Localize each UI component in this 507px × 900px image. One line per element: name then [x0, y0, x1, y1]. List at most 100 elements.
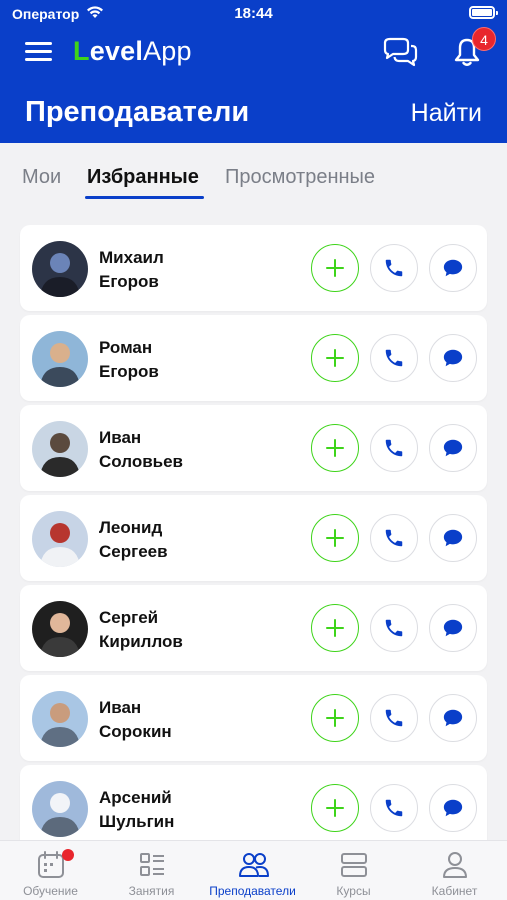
message-icon	[443, 529, 463, 547]
message-button[interactable]	[429, 424, 477, 472]
nav-courses[interactable]: Курсы	[303, 841, 404, 900]
phone-icon	[385, 619, 403, 637]
nav-lessons[interactable]: Занятия	[101, 841, 202, 900]
phone-icon	[385, 529, 403, 547]
nav-learning-dot	[62, 849, 74, 861]
phone-icon	[385, 709, 403, 727]
message-icon	[443, 799, 463, 817]
nav-label: Занятия	[128, 884, 175, 898]
active-tab-indicator	[85, 196, 204, 199]
teacher-first-name: Леонид	[99, 518, 163, 537]
status-bar: Оператор 18:44	[0, 0, 507, 28]
teacher-last-name: Егоров	[99, 272, 159, 291]
add-favorite-button[interactable]	[311, 514, 359, 562]
teacher-last-name: Сергеев	[99, 542, 168, 561]
teacher-card[interactable]: Иван Соловьев	[20, 405, 487, 491]
tab-viewed[interactable]: Просмотренные	[225, 166, 375, 189]
call-button[interactable]	[370, 784, 418, 832]
add-favorite-button[interactable]	[311, 244, 359, 292]
nav-label: Кабинет	[431, 884, 478, 898]
avatar	[32, 601, 88, 657]
message-button[interactable]	[429, 244, 477, 292]
avatar	[32, 331, 88, 387]
teacher-card[interactable]: Леонид Сергеев	[20, 495, 487, 581]
call-button[interactable]	[370, 334, 418, 382]
teacher-card[interactable]: Роман Егоров	[20, 315, 487, 401]
menu-icon[interactable]	[25, 42, 52, 62]
teacher-name: Сергей Кириллов	[99, 606, 183, 654]
status-time: 18:44	[234, 5, 273, 22]
nav-teachers[interactable]: Преподаватели	[202, 841, 303, 900]
teacher-name: Роман Егоров	[99, 336, 159, 384]
nav-label: Обучение	[23, 884, 78, 898]
bottom-nav: Обучение Занятия Преподаватели Курсы Каб…	[0, 840, 507, 900]
teacher-last-name: Кириллов	[99, 632, 183, 651]
message-button[interactable]	[429, 514, 477, 562]
teacher-last-name: Сорокин	[99, 722, 172, 741]
people-icon	[239, 853, 269, 877]
avatar	[32, 421, 88, 477]
add-favorite-button[interactable]	[311, 604, 359, 652]
call-button[interactable]	[370, 604, 418, 652]
message-icon	[443, 349, 463, 367]
message-button[interactable]	[429, 334, 477, 382]
teacher-first-name: Иван	[99, 698, 142, 717]
plus-icon	[326, 439, 344, 457]
message-button[interactable]	[429, 604, 477, 652]
tab-mine[interactable]: Мои	[22, 166, 61, 189]
stack-icon	[341, 853, 367, 877]
plus-icon	[326, 529, 344, 547]
message-button[interactable]	[429, 784, 477, 832]
plus-icon	[326, 349, 344, 367]
nav-label: Курсы	[336, 884, 371, 898]
plus-icon	[326, 709, 344, 727]
message-icon	[443, 439, 463, 457]
teacher-name: Арсений Шульгин	[99, 786, 174, 834]
tab-favorites[interactable]: Избранные	[87, 166, 199, 189]
add-favorite-button[interactable]	[311, 424, 359, 472]
add-favorite-button[interactable]	[311, 334, 359, 382]
teacher-name: Иван Соловьев	[99, 426, 183, 474]
call-button[interactable]	[370, 694, 418, 742]
plus-icon	[326, 619, 344, 637]
add-favorite-button[interactable]	[311, 694, 359, 742]
teacher-first-name: Роман	[99, 338, 153, 357]
add-favorite-button[interactable]	[311, 784, 359, 832]
nav-label: Преподаватели	[209, 884, 296, 898]
avatar	[32, 691, 88, 747]
message-button[interactable]	[429, 694, 477, 742]
notification-badge: 4	[472, 27, 496, 51]
teacher-first-name: Иван	[99, 428, 142, 447]
teacher-card[interactable]: Михаил Егоров	[20, 225, 487, 311]
phone-icon	[385, 799, 403, 817]
teacher-first-name: Арсений	[99, 788, 172, 807]
message-icon	[443, 619, 463, 637]
call-button[interactable]	[370, 244, 418, 292]
call-button[interactable]	[370, 424, 418, 472]
teacher-card[interactable]: Иван Сорокин	[20, 675, 487, 761]
teacher-last-name: Соловьев	[99, 452, 184, 471]
plus-icon	[326, 259, 344, 277]
call-button[interactable]	[370, 514, 418, 562]
battery-icon	[469, 6, 498, 19]
teacher-last-name: Егоров	[99, 362, 159, 381]
teacher-card[interactable]: Арсений Шульгин	[20, 765, 487, 851]
teacher-name: Леонид Сергеев	[99, 516, 168, 564]
page-title: Преподаватели	[25, 96, 250, 128]
teacher-first-name: Михаил	[99, 248, 164, 267]
phone-icon	[385, 349, 403, 367]
chat-icon[interactable]	[381, 37, 419, 67]
nav-learning[interactable]: Обучение	[0, 841, 101, 900]
avatar	[32, 781, 88, 837]
phone-icon	[385, 439, 403, 457]
nav-cabinet[interactable]: Кабинет	[404, 841, 505, 900]
teacher-name: Михаил Егоров	[99, 246, 164, 294]
phone-icon	[385, 259, 403, 277]
message-icon	[443, 709, 463, 727]
search-button[interactable]: Найти	[411, 99, 482, 128]
avatar	[32, 241, 88, 297]
teacher-name: Иван Сорокин	[99, 696, 172, 744]
teacher-card[interactable]: Сергей Кириллов	[20, 585, 487, 671]
app-header: Оператор 18:44 LevelApp 4 Преподаватели …	[0, 0, 507, 143]
person-icon	[443, 852, 467, 878]
